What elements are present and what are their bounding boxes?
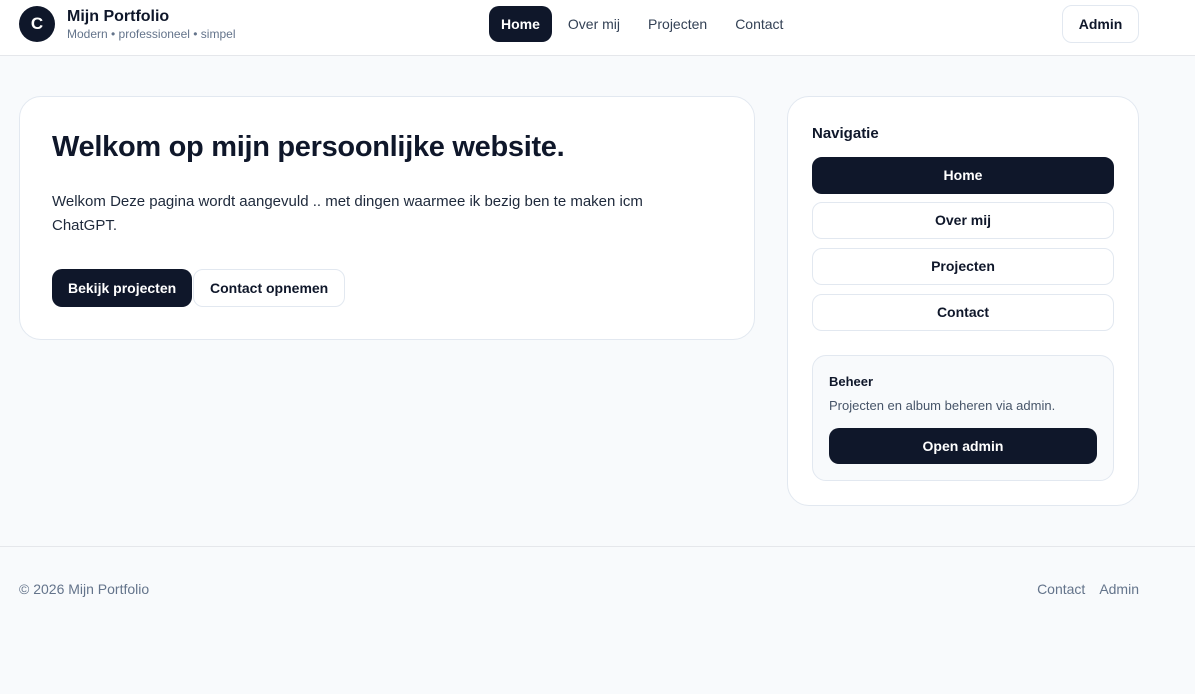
admin-button[interactable]: Admin	[1062, 5, 1139, 43]
hero-card: Welkom op mijn persoonlijke website. Wel…	[19, 96, 755, 340]
hero-text: Welkom Deze pagina wordt aangevuld .. me…	[52, 193, 643, 234]
footer-link-contact[interactable]: Contact	[1037, 581, 1085, 597]
main-nav: Home Over mij Projecten Contact	[489, 6, 795, 42]
hero-heading: Welkom op mijn persoonlijke website.	[52, 131, 565, 163]
nav-over-mij[interactable]: Over mij	[556, 6, 632, 42]
beheer-panel: Beheer Projecten en album beheren via ad…	[812, 355, 1114, 481]
footer-links: Contact Admin	[1037, 581, 1139, 597]
nav-projecten[interactable]: Projecten	[636, 6, 719, 42]
brand-title[interactable]: Mijn Portfolio	[67, 8, 169, 26]
open-admin-button[interactable]: Open admin	[829, 428, 1097, 464]
view-projects-button[interactable]: Bekijk projecten	[52, 269, 193, 307]
sidebar-item-projecten[interactable]: Projecten	[812, 248, 1114, 285]
sidebar-item-over-mij[interactable]: Over mij	[812, 202, 1114, 239]
footer-divider	[0, 546, 1195, 547]
footer-copyright: © 2026 Mijn Portfolio	[19, 581, 150, 597]
nav-home[interactable]: Home	[489, 6, 552, 42]
top-navbar: C Mijn Portfolio Modern • professioneel …	[0, 0, 1195, 56]
nav-contact[interactable]: Contact	[723, 6, 795, 42]
footer-link-admin[interactable]: Admin	[1099, 581, 1139, 597]
logo-avatar[interactable]: C	[19, 6, 55, 42]
sidebar-title: Navigatie	[812, 125, 879, 142]
beheer-title: Beheer	[829, 374, 874, 389]
brand-tagline: Modern • professioneel • simpel	[67, 27, 236, 41]
sidebar-item-contact[interactable]: Contact	[812, 294, 1114, 331]
sidebar-item-home[interactable]: Home	[812, 157, 1114, 194]
beheer-description: Projecten en album beheren via admin.	[829, 398, 1056, 413]
contact-button[interactable]: Contact opnemen	[193, 269, 346, 307]
sidebar-card: Navigatie Home Over mij Projecten Contac…	[787, 96, 1139, 506]
